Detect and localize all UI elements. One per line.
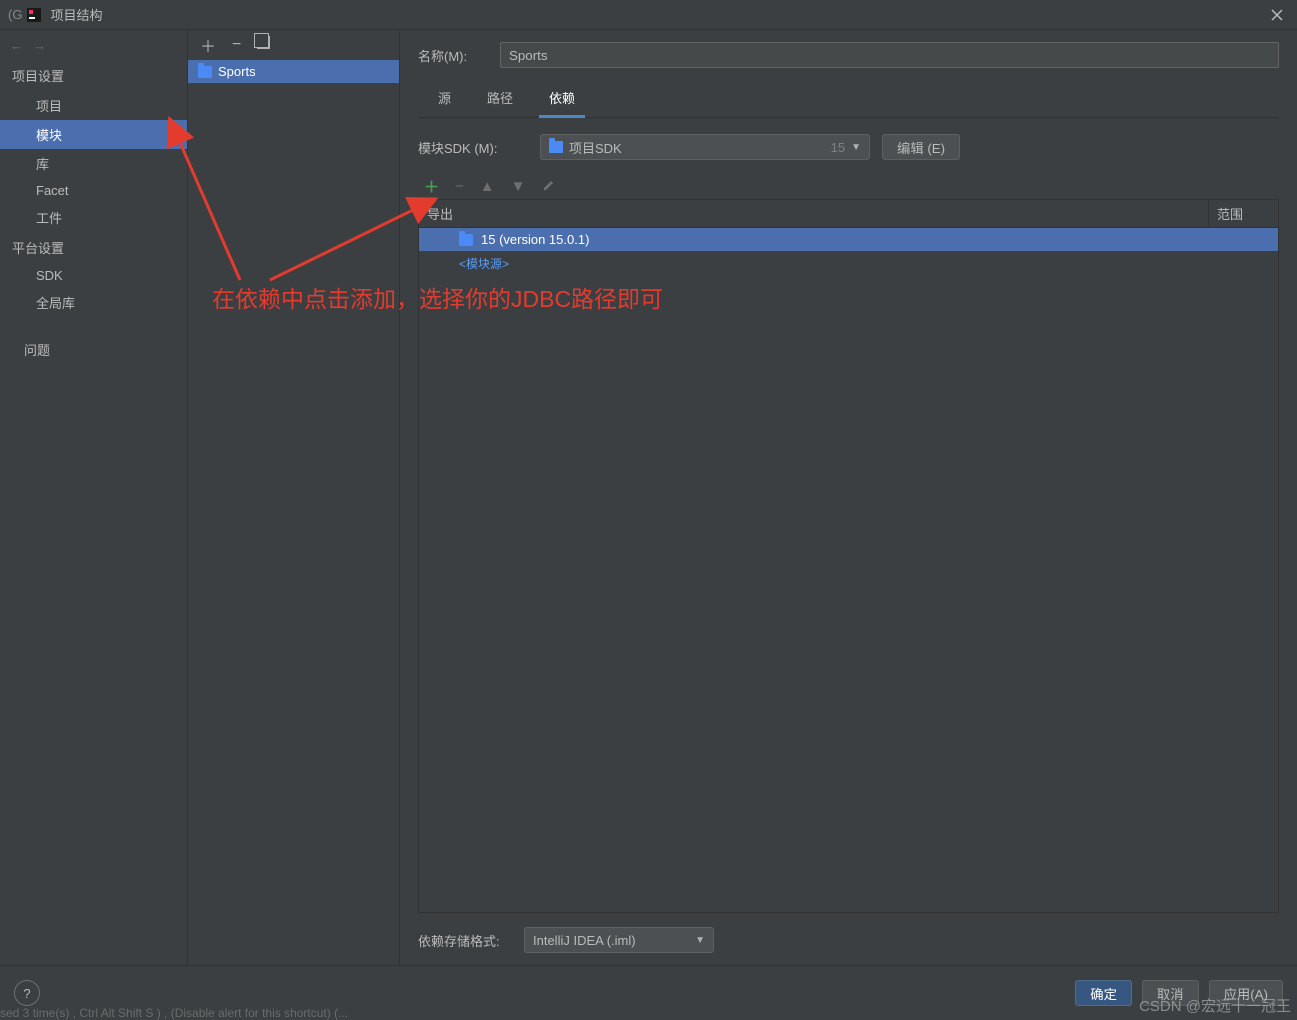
settings-sidebar: ← → 项目设置 项目 模块 库 Facet 工件 平台设置 SDK 全局库 问… <box>0 30 188 965</box>
sdk-suffix: 15 <box>831 140 845 155</box>
nav-forward-icon[interactable]: → <box>33 38 46 53</box>
sdk-value: 项目SDK <box>569 138 825 157</box>
module-name: Sports <box>218 64 256 79</box>
modules-toolbar: ＋ − <box>188 30 399 60</box>
sidebar-item-libraries[interactable]: 库 <box>0 149 187 178</box>
move-up-icon[interactable]: ▲ <box>480 178 495 195</box>
dep-table-body: 15 (version 15.0.1) <模块源> <box>419 228 1278 912</box>
storage-format-label: 依赖存储格式: <box>418 931 514 950</box>
storage-format-select[interactable]: IntelliJ IDEA (.iml) ▼ <box>524 927 714 953</box>
app-icon <box>26 7 42 23</box>
header-scope[interactable]: 范围 <box>1208 200 1278 227</box>
module-entry-sports[interactable]: Sports <box>188 60 399 83</box>
section-platform-settings: 平台设置 <box>0 232 187 263</box>
storage-value: IntelliJ IDEA (.iml) <box>533 933 689 948</box>
remove-module-icon[interactable]: − <box>232 36 241 54</box>
module-name-input[interactable] <box>500 42 1279 68</box>
sidebar-item-problems[interactable]: 问题 <box>0 335 187 364</box>
apply-button[interactable]: 应用(A) <box>1209 980 1283 1006</box>
sidebar-item-global-libs[interactable]: 全局库 <box>0 288 187 317</box>
dep-row-text: 15 (version 15.0.1) <box>481 232 589 247</box>
module-sdk-select[interactable]: 项目SDK 15 ▼ <box>540 134 870 160</box>
cancel-button[interactable]: 取消 <box>1142 980 1199 1006</box>
dep-row-sdk[interactable]: 15 (version 15.0.1) <box>419 228 1278 251</box>
folder-icon <box>459 234 473 246</box>
module-tabs: 源 路径 依赖 <box>418 82 1279 118</box>
move-down-icon[interactable]: ▼ <box>511 178 526 195</box>
folder-icon <box>198 66 212 78</box>
prefix-char: (G <box>8 7 22 22</box>
remove-dependency-icon[interactable]: − <box>455 178 464 195</box>
dep-table-header: 导出 范围 <box>419 200 1278 228</box>
name-label: 名称(M): <box>418 46 488 65</box>
sidebar-item-sdks[interactable]: SDK <box>0 263 187 288</box>
dependencies-table: 导出 范围 15 (version 15.0.1) <模块源> <box>418 199 1279 913</box>
module-sdk-label: 模块SDK (M): <box>418 138 528 157</box>
header-export[interactable]: 导出 <box>419 200 1208 227</box>
add-dependency-icon[interactable]: ＋ <box>424 176 439 197</box>
section-project-settings: 项目设置 <box>0 60 187 91</box>
window-title: 项目结构 <box>50 5 1265 24</box>
module-detail-panel: 名称(M): 源 路径 依赖 模块SDK (M): 项目SDK 15 ▼ 编辑 … <box>400 30 1297 965</box>
tab-paths[interactable]: 路径 <box>483 82 517 117</box>
sidebar-item-facets[interactable]: Facet <box>0 178 187 203</box>
nav-back-forward: ← → <box>0 30 187 60</box>
help-button[interactable]: ? <box>14 980 40 1006</box>
folder-icon <box>549 141 563 153</box>
copy-module-icon[interactable] <box>257 36 270 54</box>
sidebar-item-project[interactable]: 项目 <box>0 91 187 120</box>
edit-dependency-icon[interactable] <box>542 178 556 196</box>
sidebar-item-modules[interactable]: 模块 <box>0 120 187 149</box>
nav-back-icon[interactable]: ← <box>10 38 23 53</box>
module-source-link[interactable]: <模块源> <box>419 251 517 276</box>
chevron-down-icon: ▼ <box>851 142 861 153</box>
dependencies-toolbar: ＋ − ▲ ▼ <box>418 174 1279 199</box>
modules-list-panel: ＋ − Sports <box>188 30 400 965</box>
tab-sources[interactable]: 源 <box>434 82 455 117</box>
sidebar-item-artifacts[interactable]: 工件 <box>0 203 187 232</box>
tab-dependencies[interactable]: 依赖 <box>545 82 579 117</box>
add-module-icon[interactable]: ＋ <box>200 33 216 57</box>
chevron-down-icon: ▼ <box>695 935 705 946</box>
ok-button[interactable]: 确定 <box>1075 980 1132 1006</box>
edit-sdk-button[interactable]: 编辑 (E) <box>882 134 960 160</box>
close-icon[interactable] <box>1265 3 1289 27</box>
titlebar: (G 项目结构 <box>0 0 1297 30</box>
background-edge-text: sed 3 time(s) , Ctrl Alt Shift S ) , (Di… <box>0 1006 348 1020</box>
